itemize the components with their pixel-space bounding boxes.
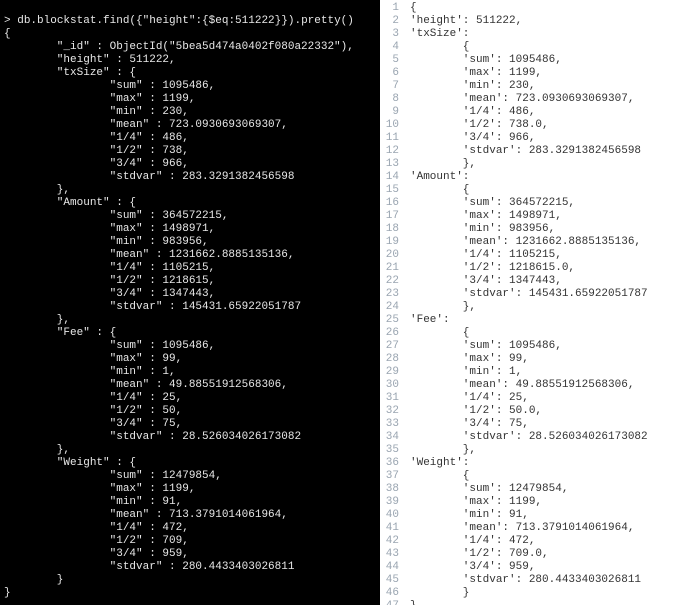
line-number: 31 <box>382 392 399 405</box>
line-number: 38 <box>382 483 399 496</box>
line-number: 41 <box>382 522 399 535</box>
line-number: 24 <box>382 301 399 314</box>
line-number: 45 <box>382 574 399 587</box>
line-number: 39 <box>382 496 399 509</box>
line-number: 43 <box>382 548 399 561</box>
line-number: 40 <box>382 509 399 522</box>
line-number: 25 <box>382 314 399 327</box>
line-number: 47 <box>382 600 399 605</box>
line-number: 10 <box>382 119 399 132</box>
line-number: 42 <box>382 535 399 548</box>
terminal-command: db.blockstat.find({"height":{$eq:511222}… <box>17 15 354 27</box>
line-number: 27 <box>382 340 399 353</box>
prompt-glyph: > <box>4 15 11 27</box>
line-number: 18 <box>382 223 399 236</box>
line-number: 23 <box>382 288 399 301</box>
line-number: 14 <box>382 171 399 184</box>
line-number: 28 <box>382 353 399 366</box>
line-number: 34 <box>382 431 399 444</box>
line-number: 2 <box>382 15 399 28</box>
terminal-pane[interactable]: > db.blockstat.find({"height":{$eq:51122… <box>0 0 380 605</box>
line-number: 33 <box>382 418 399 431</box>
line-number: 11 <box>382 132 399 145</box>
line-number: 8 <box>382 93 399 106</box>
line-number: 37 <box>382 470 399 483</box>
line-number: 46 <box>382 587 399 600</box>
line-number: 30 <box>382 379 399 392</box>
editor-code[interactable]: { 'height': 511222, 'txSize': { 'sum': 1… <box>406 0 695 605</box>
line-number: 29 <box>382 366 399 379</box>
line-number: 9 <box>382 106 399 119</box>
line-gutter: 1234567891011121314151617181920212223242… <box>380 0 406 605</box>
line-number: 12 <box>382 145 399 158</box>
line-number: 16 <box>382 197 399 210</box>
line-number: 15 <box>382 184 399 197</box>
line-number: 1 <box>382 2 399 15</box>
line-number: 20 <box>382 249 399 262</box>
line-number: 6 <box>382 67 399 80</box>
line-number: 21 <box>382 262 399 275</box>
line-number: 7 <box>382 80 399 93</box>
line-number: 35 <box>382 444 399 457</box>
line-number: 3 <box>382 28 399 41</box>
line-number: 22 <box>382 275 399 288</box>
line-number: 19 <box>382 236 399 249</box>
line-number: 5 <box>382 54 399 67</box>
line-number: 32 <box>382 405 399 418</box>
terminal-output: { "_id" : ObjectId("5bea5d474a0402f080a2… <box>4 28 376 600</box>
line-number: 26 <box>382 327 399 340</box>
editor-pane[interactable]: 1234567891011121314151617181920212223242… <box>380 0 695 605</box>
line-number: 4 <box>382 41 399 54</box>
line-number: 17 <box>382 210 399 223</box>
line-number: 13 <box>382 158 399 171</box>
line-number: 36 <box>382 457 399 470</box>
line-number: 44 <box>382 561 399 574</box>
